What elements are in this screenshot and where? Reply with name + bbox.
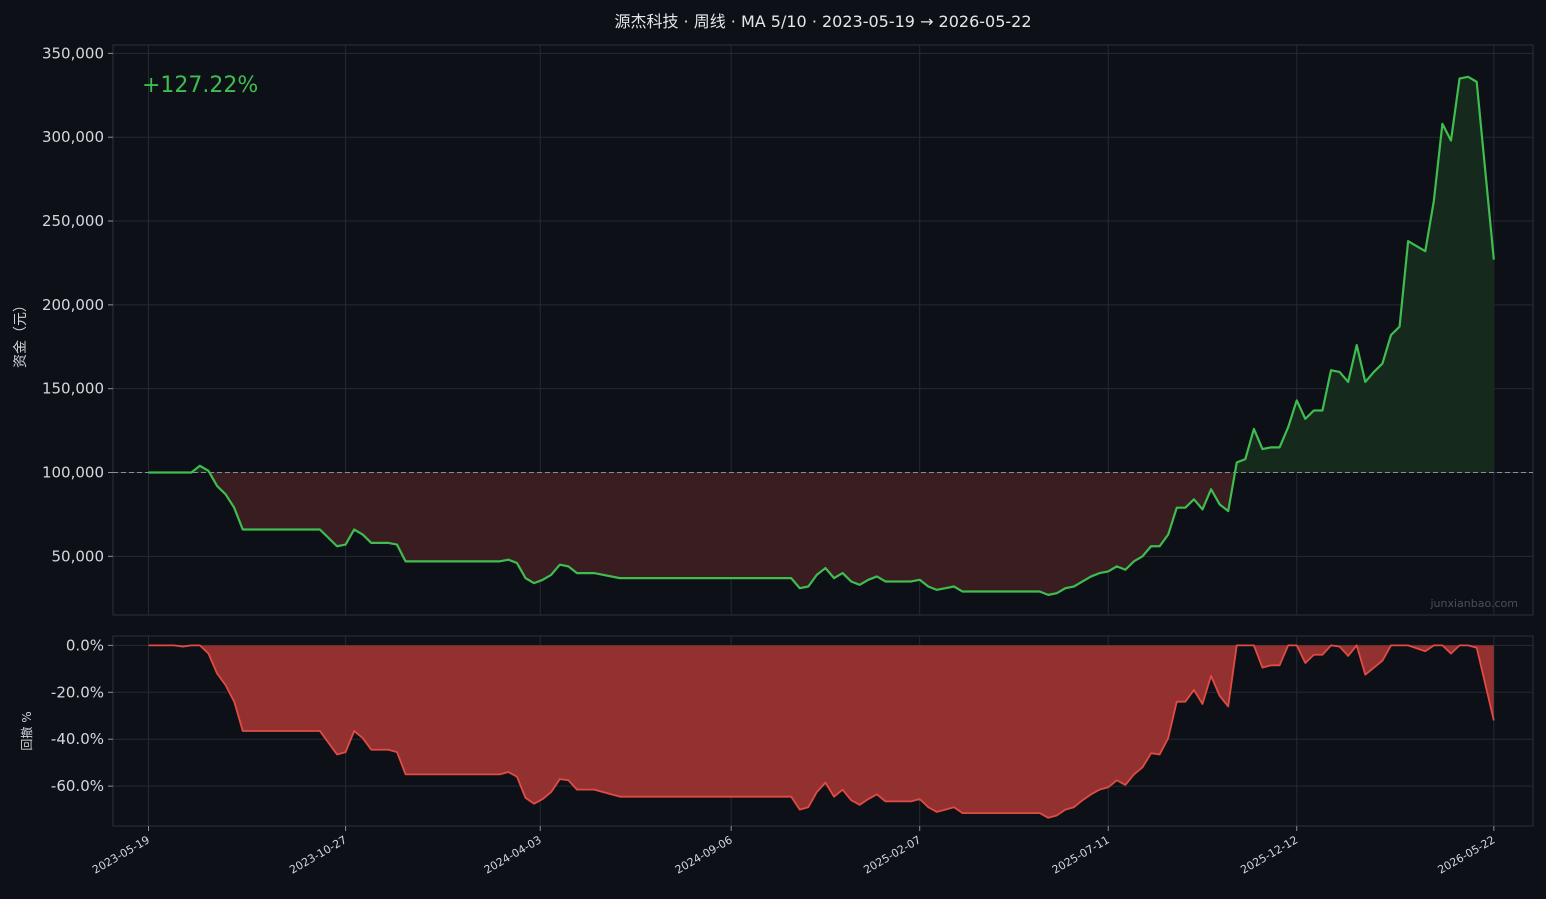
equity-panel: 50,000 100,000 150,000 200,000 250,000 300,00…: [13, 44, 1534, 616]
drawdown-y-label: 回撤 %: [19, 711, 34, 750]
chart-title: 源杰科技 · 周线 · MA 5/10 · 2023-05-19 → 2026-…: [614, 12, 1031, 31]
y-tick-label: 0.0%: [66, 636, 104, 654]
y-tick-label: 250,000: [42, 212, 104, 230]
chart-canvas: 源杰科技 · 周线 · MA 5/10 · 2023-05-19 → 2026-…: [0, 0, 1546, 895]
return-annotation: +127.22%: [142, 73, 258, 98]
y-tick-label: 100,000: [42, 464, 104, 482]
y-tick-label: -60.0%: [51, 777, 104, 795]
y-tick-label: 200,000: [42, 296, 104, 314]
y-tick-label: -40.0%: [51, 730, 104, 748]
equity-y-label: 资金（元）: [13, 298, 29, 368]
watermark: junxianbao.com: [1429, 597, 1518, 610]
y-tick-label: 350,000: [42, 44, 104, 62]
y-tick-label: 50,000: [52, 547, 105, 565]
y-tick-label: 150,000: [42, 380, 104, 398]
equity-drawdown-chart: 源杰科技 · 周线 · MA 5/10 · 2023-05-19 → 2026-…: [0, 0, 1546, 895]
y-tick-label: -20.0%: [51, 683, 104, 701]
y-tick-label: 300,000: [42, 128, 104, 146]
